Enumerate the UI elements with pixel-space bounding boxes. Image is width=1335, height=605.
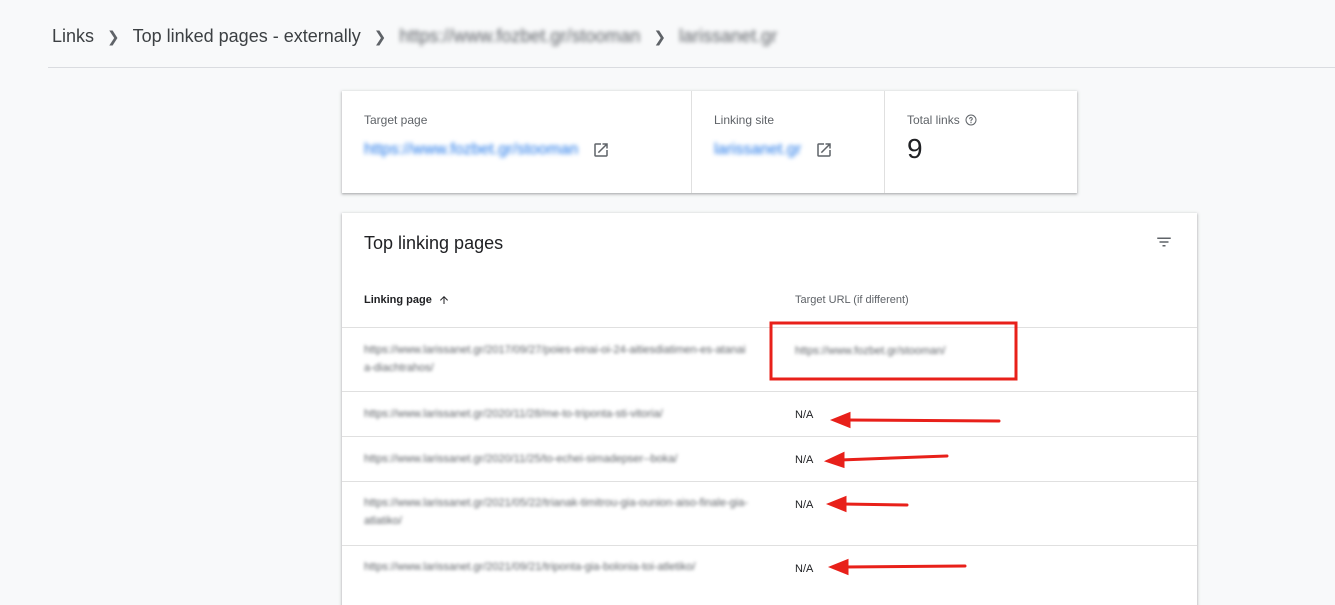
table-title: Top linking pages	[364, 233, 504, 253]
open-in-new-icon[interactable]	[815, 141, 833, 159]
chevron-right-icon: ❯	[653, 28, 667, 46]
target-url: N/A	[795, 563, 814, 575]
table-row[interactable]: https://www.larissanet.gr/2017/09/27/poi…	[342, 327, 1197, 391]
chevron-right-icon: ❯	[373, 28, 387, 46]
breadcrumb: Links ❯ Top linked pages - externally ❯ …	[52, 26, 777, 47]
column-header-linking-page-label: Linking page	[364, 294, 432, 306]
column-header-linking-page[interactable]: Linking page	[364, 294, 450, 306]
open-in-new-icon[interactable]	[592, 141, 610, 159]
column-header-target-url[interactable]: Target URL (if different)	[795, 294, 909, 306]
linking-page-url[interactable]: https://www.larissanet.gr/2020/11/25/to-…	[364, 450, 749, 468]
linking-site-link[interactable]: larissanet.gr	[714, 141, 801, 159]
summary-card: Target page https://www.fozbet.gr/stooma…	[342, 91, 1077, 193]
chevron-right-icon: ❯	[107, 28, 120, 46]
target-url: N/A	[795, 454, 814, 466]
target-url: N/A	[795, 499, 814, 511]
linking-page-url[interactable]: https://www.larissanet.gr/2021/09/21/tri…	[364, 558, 749, 576]
top-linking-pages-card: Top linking pages Linking page Target UR…	[342, 213, 1197, 605]
breadcrumb-target-url[interactable]: https://www.fozbet.gr/stooman	[399, 26, 640, 47]
linking-site-label: Linking site	[714, 113, 775, 127]
page: Links ❯ Top linked pages - externally ❯ …	[0, 0, 1335, 605]
linking-page-url[interactable]: https://www.larissanet.gr/2020/11/28/me-…	[364, 405, 749, 423]
total-links-cell: Total links 9	[885, 91, 1077, 193]
filter-list-icon[interactable]	[1155, 233, 1173, 251]
target-url: N/A	[795, 409, 814, 421]
target-page-link[interactable]: https://www.fozbet.gr/stooman	[364, 141, 578, 159]
linking-page-url[interactable]: https://www.larissanet.gr/2021/05/22/tri…	[364, 494, 749, 530]
target-url: https://www.fozbet.gr/stooman/	[795, 345, 946, 357]
total-links-label-row: Total links	[907, 113, 1077, 127]
table-row[interactable]: https://www.larissanet.gr/2021/09/21/tri…	[342, 545, 1197, 605]
arrow-up-icon[interactable]	[438, 294, 450, 306]
help-circle-icon[interactable]	[965, 114, 977, 126]
header-divider	[48, 67, 1335, 68]
breadcrumb-top-linked-pages[interactable]: Top linked pages - externally	[133, 26, 361, 47]
target-page-cell: Target page https://www.fozbet.gr/stooma…	[342, 91, 692, 193]
target-page-label: Target page	[364, 113, 428, 127]
linking-page-url[interactable]: https://www.larissanet.gr/2017/09/27/poi…	[364, 341, 749, 377]
linking-site-cell: Linking site larissanet.gr	[692, 91, 885, 193]
table-row[interactable]: https://www.larissanet.gr/2020/11/28/me-…	[342, 391, 1197, 436]
breadcrumb-linking-site: larissanet.gr	[679, 26, 778, 46]
table-row[interactable]: https://www.larissanet.gr/2020/11/25/to-…	[342, 436, 1197, 481]
total-links-value: 9	[907, 133, 923, 164]
table-row[interactable]: https://www.larissanet.gr/2021/05/22/tri…	[342, 481, 1197, 545]
total-links-label: Total links	[907, 113, 960, 127]
breadcrumb-links[interactable]: Links	[52, 26, 94, 47]
